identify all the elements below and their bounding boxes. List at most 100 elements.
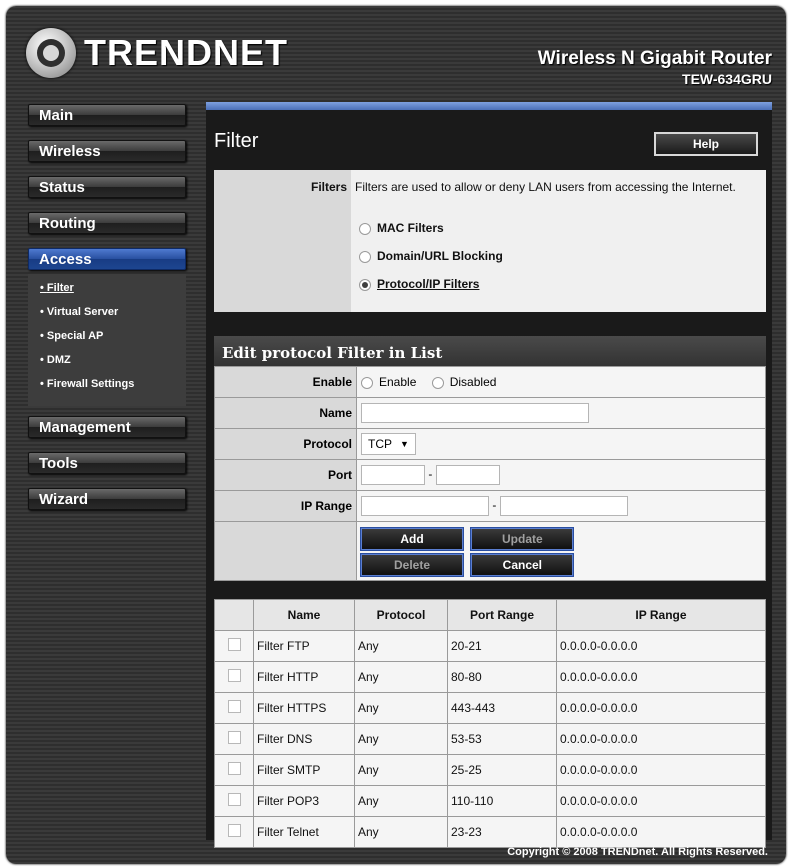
cancel-button[interactable]: Cancel	[470, 553, 575, 577]
subnav-filter[interactable]: • Filter	[28, 282, 186, 306]
cell-ip-range: 0.0.0.0-0.0.0.0	[556, 816, 766, 848]
main-content: Filter Help Filters Filters are used to …	[206, 102, 772, 848]
row-checkbox[interactable]	[227, 793, 241, 806]
port-end-input[interactable]	[435, 465, 500, 485]
protocol-ip-label: Protocol/IP Filters	[377, 277, 480, 291]
filters-description: Filters are used to allow or deny LAN us…	[355, 180, 736, 194]
port-label: Port	[214, 459, 357, 491]
enable-label: Enable	[214, 366, 357, 398]
filters-panel: Filters Filters are used to allow or den…	[214, 170, 766, 312]
nav-tools[interactable]: Tools	[28, 452, 186, 474]
name-label: Name	[214, 397, 357, 429]
nav-status[interactable]: Status	[28, 176, 186, 198]
cell-ip-range: 0.0.0.0-0.0.0.0	[556, 723, 766, 755]
disabled-radio[interactable]	[431, 376, 444, 389]
subnav-firewall-settings[interactable]: • Firewall Settings	[28, 378, 186, 402]
delete-button[interactable]: Delete	[360, 553, 464, 577]
cell-protocol: Any	[354, 661, 448, 693]
table-row: Filter DNS Any 53-53 0.0.0.0-0.0.0.0	[214, 723, 766, 755]
trendnet-logo: TRENDNET	[26, 28, 288, 78]
cell-ip-range: 0.0.0.0-0.0.0.0	[556, 754, 766, 786]
protocol-label: Protocol	[214, 428, 357, 460]
radio-protocol-ip-circle[interactable]	[359, 278, 371, 291]
row-checkbox[interactable]	[227, 669, 241, 682]
row-checkbox[interactable]	[227, 762, 241, 775]
radio-domain-url-blocking[interactable]: Domain/URL Blocking	[355, 242, 752, 270]
radio-mac-filters-circle[interactable]	[359, 222, 371, 235]
help-button[interactable]: Help	[654, 132, 758, 156]
copyright-footer: Copyright © 2008 TRENDnet. All Rights Re…	[507, 846, 768, 858]
subnav-special-ap-label: Special AP	[46, 330, 104, 342]
row-checkbox[interactable]	[227, 700, 241, 713]
product-info: Wireless N Gigabit Router TEW-634GRU	[538, 48, 772, 87]
row-checkbox[interactable]	[227, 824, 241, 837]
subnav-dmz[interactable]: • DMZ	[28, 354, 186, 378]
cell-name: Filter HTTPS	[253, 692, 355, 724]
col-protocol-header: Protocol	[354, 599, 448, 631]
name-input[interactable]	[361, 403, 589, 423]
nav-wizard[interactable]: Wizard	[28, 488, 186, 510]
ip-range-label: IP Range	[214, 490, 357, 522]
ip-dash: -	[492, 498, 497, 513]
subnav-virtual-server[interactable]: • Virtual Server	[28, 306, 186, 330]
cell-protocol: Any	[354, 754, 448, 786]
enable-radio[interactable]	[361, 376, 373, 389]
port-dash: -	[428, 467, 433, 482]
col-name-header: Name	[253, 599, 355, 631]
sidebar-nav: Main Wireless Status Routing Access • Fi…	[28, 104, 190, 524]
row-checkbox[interactable]	[227, 638, 241, 651]
nav-main[interactable]: Main	[28, 104, 186, 126]
model-number: TEW-634GRU	[682, 71, 772, 87]
port-start-input[interactable]	[361, 465, 425, 485]
cell-protocol: Any	[354, 723, 448, 755]
radio-protocol-ip-filters[interactable]: Protocol/IP Filters	[355, 270, 752, 298]
row-checkbox[interactable]	[227, 731, 241, 744]
table-row: Filter HTTP Any 80-80 0.0.0.0-0.0.0.0	[214, 661, 766, 693]
cell-ip-range: 0.0.0.0-0.0.0.0	[556, 630, 766, 662]
nav-routing[interactable]: Routing	[28, 212, 186, 234]
chevron-down-icon: ▼	[400, 439, 409, 449]
edit-section-heading: Edit protocol Filter in List	[214, 336, 766, 366]
mac-filters-label: MAC Filters	[377, 221, 444, 235]
cell-protocol: Any	[354, 785, 448, 817]
product-name: Wireless N Gigabit Router	[537, 48, 772, 69]
protocol-select[interactable]: TCP ▼	[361, 433, 416, 455]
table-row: Filter FTP Any 20-21 0.0.0.0-0.0.0.0	[214, 630, 766, 662]
cell-protocol: Any	[354, 692, 448, 724]
trendnet-logo-icon	[26, 28, 76, 78]
radio-mac-filters[interactable]: MAC Filters	[355, 214, 752, 242]
logo-text: TRENDNET	[84, 32, 288, 73]
cell-port-range: 110-110	[447, 785, 557, 817]
subnav-filter-label: Filter	[46, 282, 74, 294]
radio-domain-url-circle[interactable]	[359, 250, 371, 263]
cell-port-range: 443-443	[447, 692, 557, 724]
cell-port-range: 23-23	[447, 816, 557, 848]
add-button[interactable]: Add	[360, 527, 464, 551]
table-row: Filter SMTP Any 25-25 0.0.0.0-0.0.0.0	[214, 754, 766, 786]
nav-wireless[interactable]: Wireless	[28, 140, 186, 162]
subnav-dmz-label: DMZ	[46, 354, 71, 366]
cell-name: Filter DNS	[253, 723, 355, 755]
buttons-label-cell	[214, 521, 357, 581]
subnav-special-ap[interactable]: • Special AP	[28, 330, 186, 354]
cell-port-range: 25-25	[447, 754, 557, 786]
ip-start-input[interactable]	[361, 496, 489, 516]
ip-end-input[interactable]	[499, 496, 628, 516]
cell-ip-range: 0.0.0.0-0.0.0.0	[556, 661, 766, 693]
title-row: Filter Help	[206, 110, 772, 170]
protocol-value: TCP	[368, 437, 392, 451]
filters-label: Filters	[214, 170, 351, 312]
nav-management[interactable]: Management	[28, 416, 186, 438]
disabled-option-label: Disabled	[449, 375, 497, 389]
update-button[interactable]: Update	[470, 527, 575, 551]
router-admin-frame: TRENDNET Wireless N Gigabit Router TEW-6…	[6, 6, 786, 864]
cell-name: Filter Telnet	[253, 816, 355, 848]
page-title: Filter	[214, 130, 259, 152]
col-port-range-header: Port Range	[447, 599, 557, 631]
table-row: Filter Telnet Any 23-23 0.0.0.0-0.0.0.0	[214, 816, 766, 848]
cell-protocol: Any	[354, 816, 448, 848]
table-row: Filter POP3 Any 110-110 0.0.0.0-0.0.0.0	[214, 785, 766, 817]
subnav-virtual-server-label: Virtual Server	[46, 306, 119, 318]
nav-access[interactable]: Access	[28, 248, 186, 270]
header: TRENDNET Wireless N Gigabit Router TEW-6…	[6, 6, 786, 96]
